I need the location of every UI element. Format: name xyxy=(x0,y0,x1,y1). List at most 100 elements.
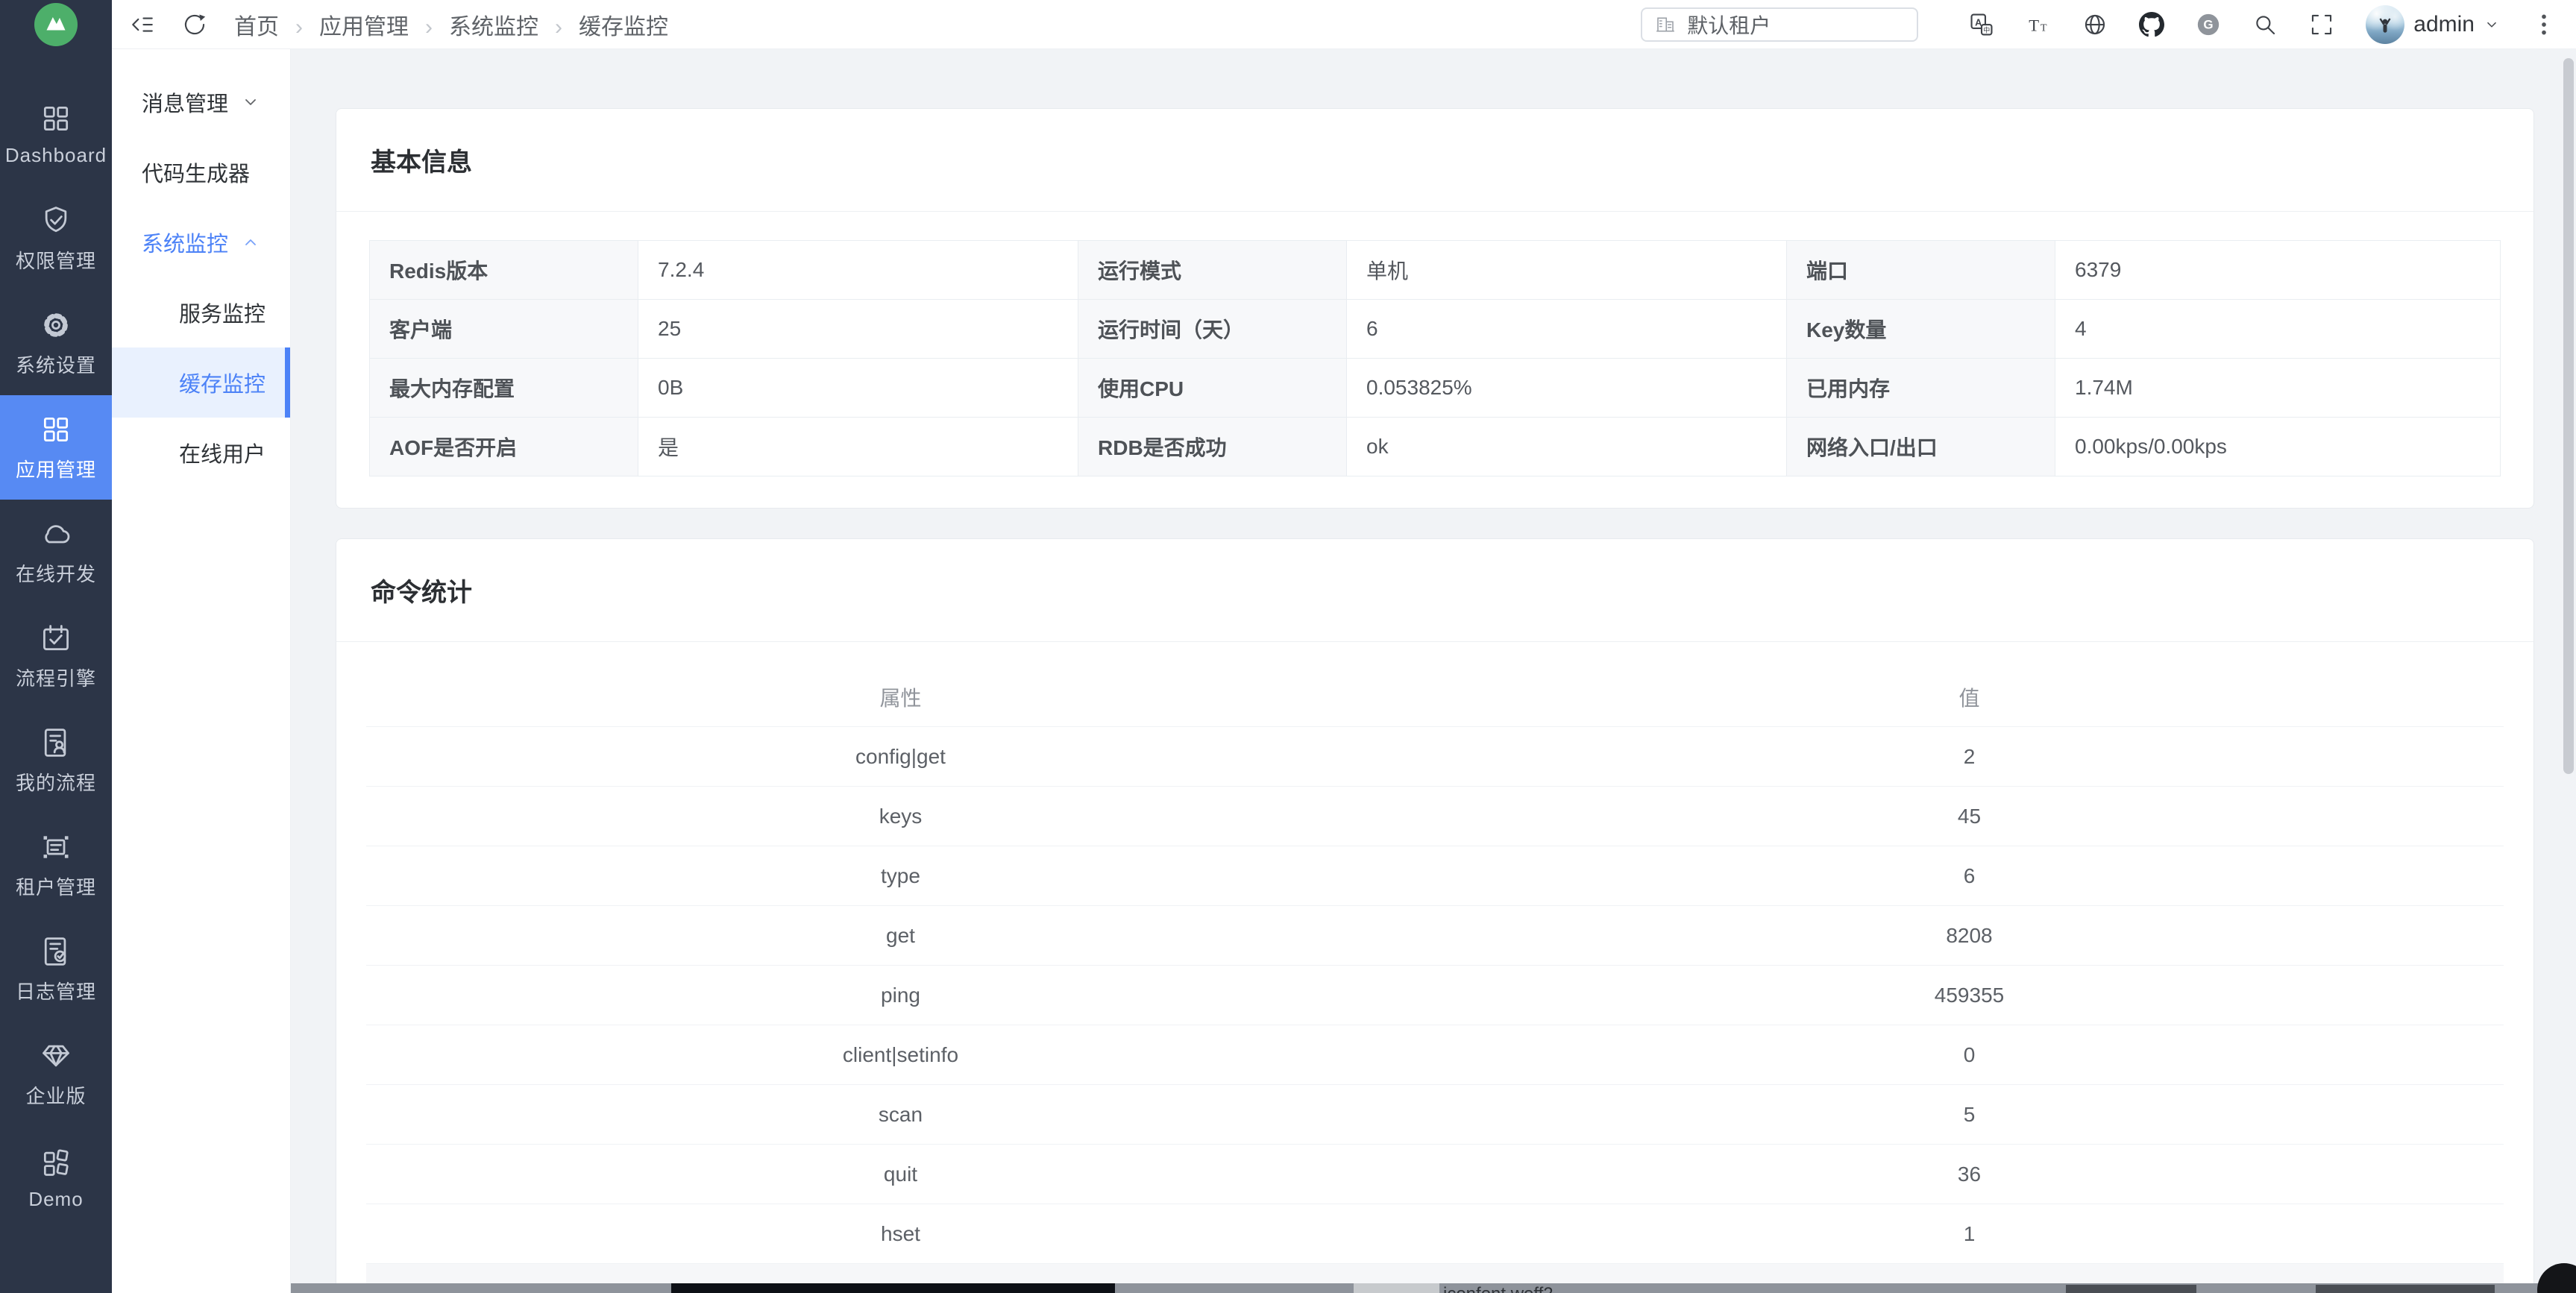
command-value-cell: 0 xyxy=(1435,1025,2504,1085)
sidebar-item-label: Demo xyxy=(28,1188,83,1211)
info-label-cell: 端口 xyxy=(1787,241,2055,300)
breadcrumb-item[interactable]: 系统监控 xyxy=(449,8,579,41)
building-icon xyxy=(1654,13,1677,36)
info-value-cell: 0B xyxy=(638,359,1078,418)
sidebar-item-label: 企业版 xyxy=(25,1081,86,1109)
command-name-cell: config|get xyxy=(366,727,1435,787)
info-value-cell: 6379 xyxy=(2055,241,2501,300)
sidebar-item-label: Dashboard xyxy=(5,144,107,167)
svg-text:T: T xyxy=(2041,22,2047,34)
menu-item[interactable]: 系统监控 xyxy=(112,207,290,277)
info-value-cell: 4 xyxy=(2055,300,2501,359)
user-menu[interactable]: admin xyxy=(2366,5,2500,44)
svg-text:G: G xyxy=(2204,17,2214,31)
bottom-bar-fragment xyxy=(2316,1285,2495,1293)
info-value-cell: 0.053825% xyxy=(1347,359,1787,418)
sidebar-item[interactable]: 流程引擎 xyxy=(0,604,112,708)
breadcrumb-item[interactable]: 缓存监控 xyxy=(579,8,668,41)
breadcrumb-item[interactable]: 应用管理 xyxy=(319,8,449,41)
language-icon: A中 xyxy=(1969,12,1994,37)
info-label-cell: 已用内存 xyxy=(1787,359,2055,418)
info-label-cell: RDB是否成功 xyxy=(1078,418,1347,476)
command-name-cell: client|setinfo xyxy=(366,1025,1435,1085)
sidebar-item[interactable]: 租户管理 xyxy=(0,813,112,917)
info-label-cell: 客户端 xyxy=(370,300,638,359)
chevron-up-icon xyxy=(242,233,260,251)
sidebar-item[interactable]: 权限管理 xyxy=(0,186,112,291)
topbar-action-button[interactable]: A中 xyxy=(1969,12,1994,37)
command-name-cell: scan xyxy=(366,1085,1435,1145)
svg-text:T: T xyxy=(2029,16,2040,34)
sidebar-item-label: 系统设置 xyxy=(16,350,96,378)
info-label-cell: 运行时间（天） xyxy=(1078,300,1347,359)
command-name-cell: ping xyxy=(366,966,1435,1025)
sidebar-items: Dashboard 权限管理 系统设置 应用管理 在线开发 xyxy=(0,82,112,1230)
info-label-cell: 使用CPU xyxy=(1078,359,1347,418)
column-header-attribute: 属性 xyxy=(366,667,1435,727)
chevron-down-icon xyxy=(2484,16,2500,33)
doc-person-icon xyxy=(40,726,72,759)
logo-mountain-icon xyxy=(34,3,78,46)
info-label-cell: 最大内存配置 xyxy=(370,359,638,418)
info-label-cell: Key数量 xyxy=(1787,300,2055,359)
info-value-cell: 1.74M xyxy=(2055,359,2501,418)
app-grid-icon xyxy=(40,413,72,446)
svg-text:中: 中 xyxy=(1983,25,1990,34)
dashboard-grid-icon xyxy=(40,102,72,135)
menu-item[interactable]: 服务监控 xyxy=(112,277,290,347)
info-label-cell: Redis版本 xyxy=(370,241,638,300)
info-value-cell: 是 xyxy=(638,418,1078,476)
sidebar-item[interactable]: 在线开发 xyxy=(0,500,112,604)
refresh-icon xyxy=(182,12,207,37)
sidebar-item-label: 流程引擎 xyxy=(16,664,96,691)
menu-item-label: 消息管理 xyxy=(142,86,228,118)
font-size-icon: TT xyxy=(2026,12,2051,37)
column-header-value: 值 xyxy=(1435,667,2504,727)
command-name-cell: quit xyxy=(366,1145,1435,1204)
sidebar-item[interactable]: 系统设置 xyxy=(0,291,112,395)
cloud-icon xyxy=(40,517,72,550)
topbar-action-button[interactable] xyxy=(2139,12,2164,37)
collapse-menu-button[interactable] xyxy=(130,12,155,37)
more-menu-button[interactable] xyxy=(2531,12,2557,37)
command-name-cell: get xyxy=(366,906,1435,966)
breadcrumb-item[interactable]: 首页 xyxy=(234,8,319,41)
info-value-cell: 7.2.4 xyxy=(638,241,1078,300)
topbar-action-button[interactable]: G xyxy=(2196,12,2221,37)
menu-item[interactable]: 消息管理 xyxy=(112,67,290,137)
main-content: 基本信息 Redis版本 7.2.4 运行模式 单机 端口 6379 xyxy=(291,49,2576,1293)
command-name-cell: keys xyxy=(366,787,1435,846)
sidebar-item[interactable]: Demo xyxy=(0,1126,112,1230)
sidebar-item[interactable]: Dashboard xyxy=(0,82,112,186)
basic-info-table: Redis版本 7.2.4 运行模式 单机 端口 6379 客户端 25 xyxy=(369,240,2501,476)
command-name-cell: hset xyxy=(366,1204,1435,1264)
sidebar-item[interactable]: 应用管理 xyxy=(0,395,112,500)
menu-item[interactable]: 代码生成器 xyxy=(112,137,290,207)
vertical-scrollbar[interactable] xyxy=(2563,58,2574,774)
shield-check-icon xyxy=(40,204,72,237)
sidebar-item[interactable]: 日志管理 xyxy=(0,917,112,1022)
menu-item[interactable]: 在线用户 xyxy=(112,418,290,488)
info-label-cell: 网络入口/出口 xyxy=(1787,418,2055,476)
sidebar-item[interactable]: 我的流程 xyxy=(0,708,112,813)
menu-item[interactable]: 缓存监控 xyxy=(112,347,290,418)
topbar-action-button[interactable] xyxy=(2252,12,2278,37)
sidebar-item-label: 应用管理 xyxy=(16,455,96,482)
gitee-icon: G xyxy=(2196,12,2221,37)
sidebar-item[interactable]: 企业版 xyxy=(0,1022,112,1126)
topbar-action-button[interactable] xyxy=(2309,12,2334,37)
basic-info-card: 基本信息 Redis版本 7.2.4 运行模式 单机 端口 6379 xyxy=(336,108,2534,509)
menu-item-label: 服务监控 xyxy=(179,297,266,328)
breadcrumb: 首页 应用管理 系统监控 缓存监控 xyxy=(234,8,668,41)
command-value-cell: 6 xyxy=(1435,846,2504,906)
topbar-action-button[interactable] xyxy=(2082,12,2108,37)
app-logo[interactable] xyxy=(0,0,112,49)
doc-check-icon xyxy=(40,935,72,968)
tenant-select[interactable]: 默认租户 xyxy=(1641,7,1918,42)
menu-item-label: 系统监控 xyxy=(142,227,228,258)
command-stats-card: 命令统计 属性 值 config|get 2 keys 45 type xyxy=(336,538,2534,1293)
topbar-action-button[interactable]: TT xyxy=(2026,12,2051,37)
sidebar-item-label: 租户管理 xyxy=(16,872,96,900)
refresh-button[interactable] xyxy=(182,12,207,37)
bottom-bar-fragment xyxy=(2066,1285,2196,1293)
